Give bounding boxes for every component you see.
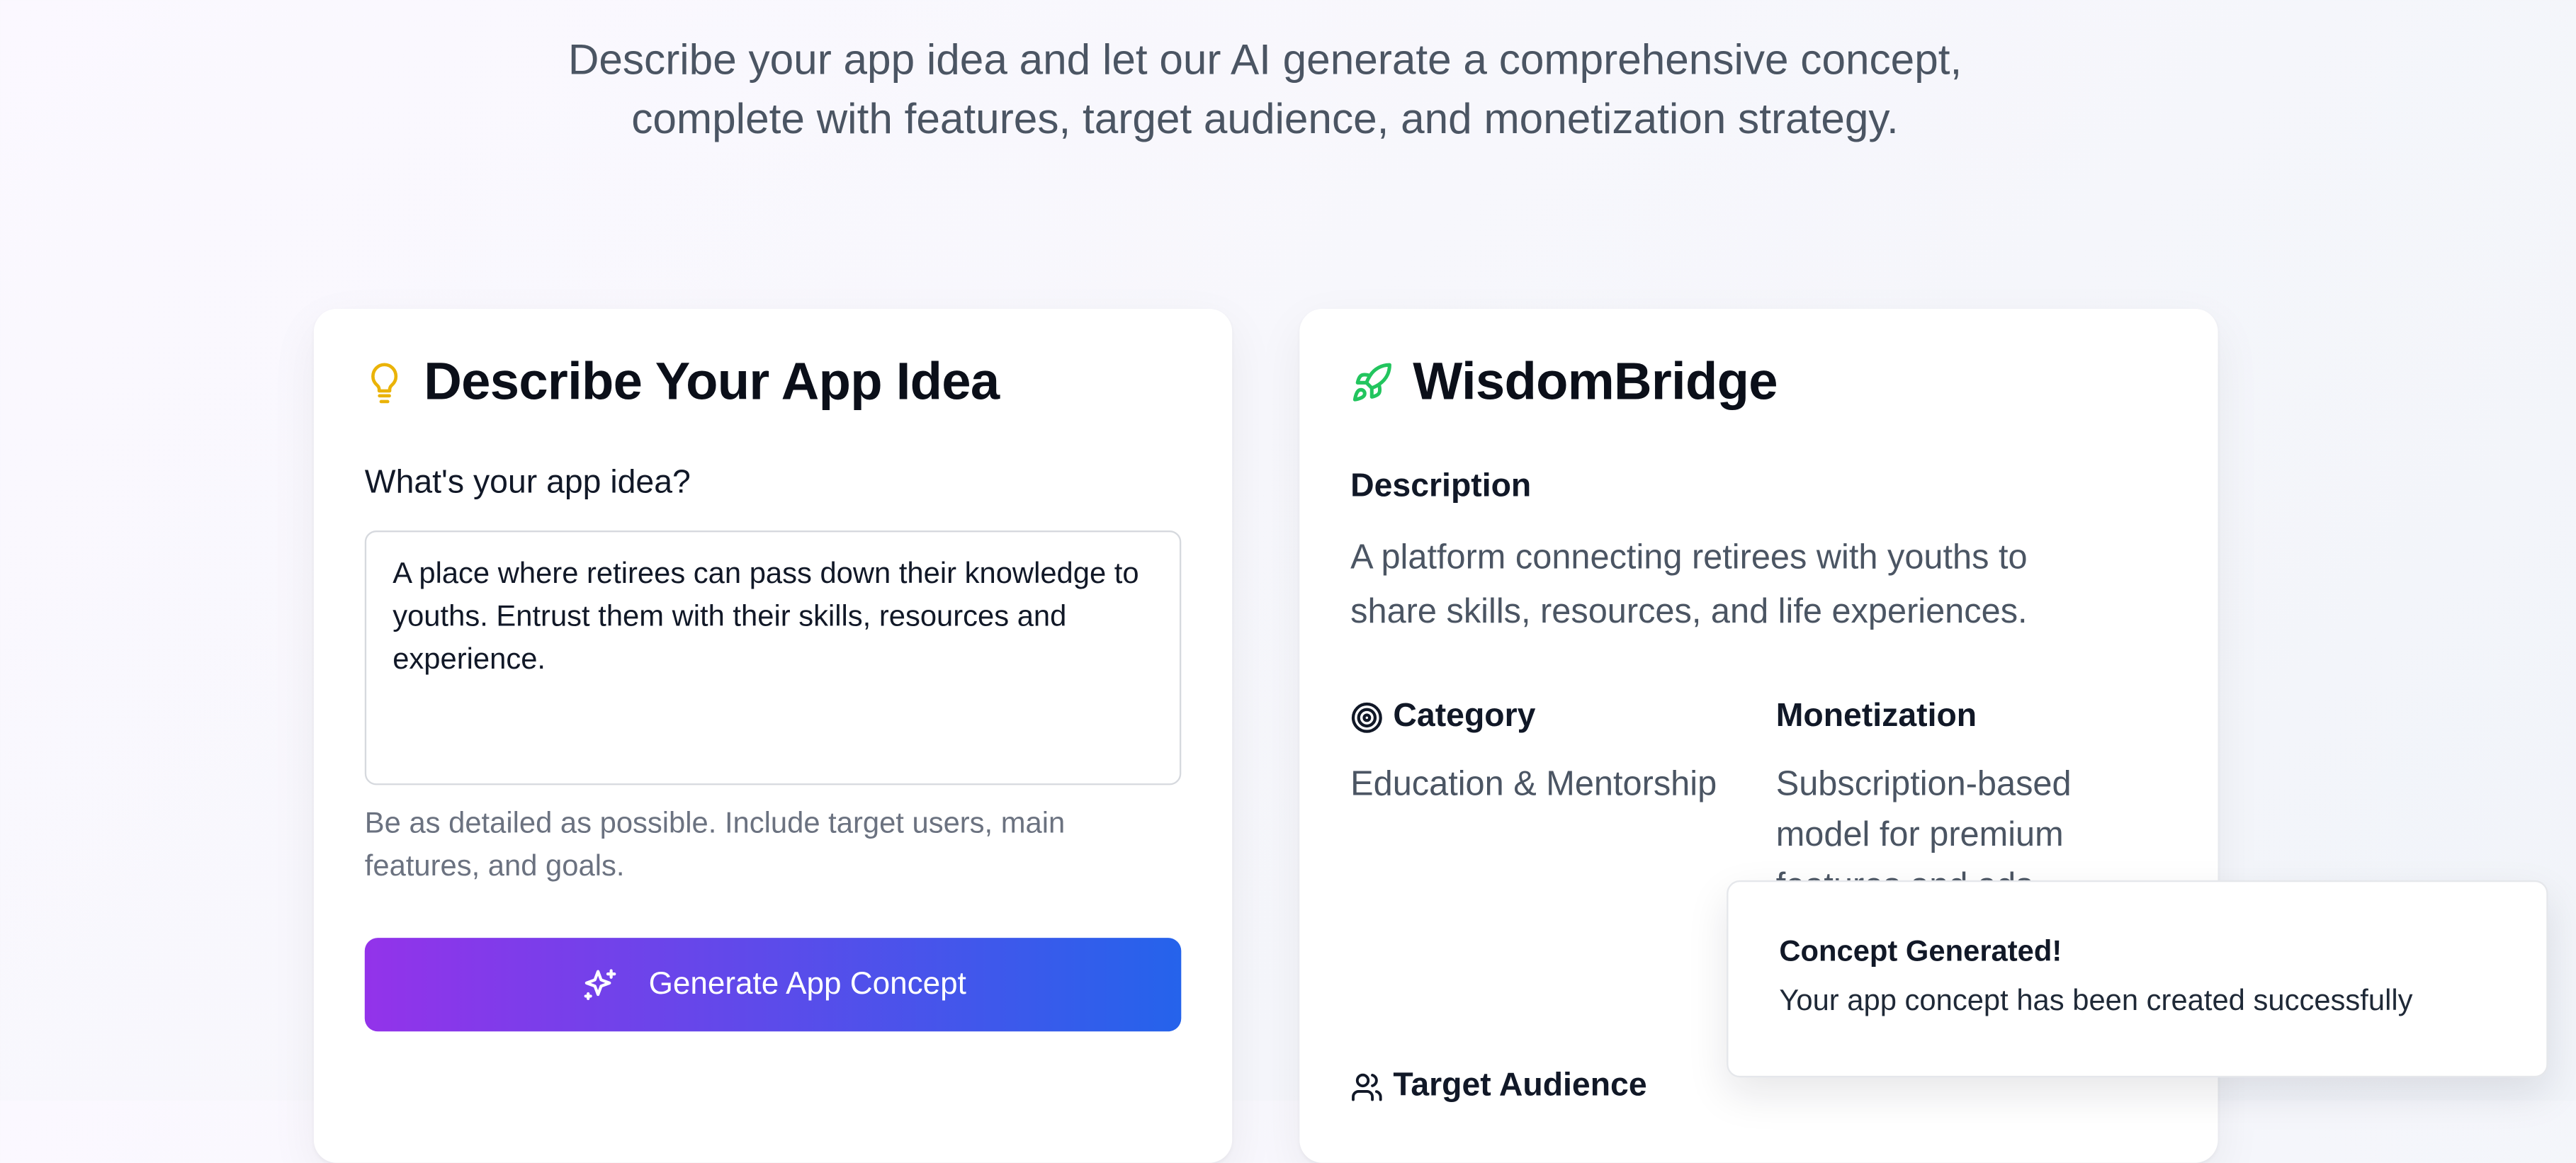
category-heading: Category	[1350, 698, 1535, 736]
category-value: Education & Mentorship	[1350, 765, 1717, 803]
idea-input-card: Describe Your App Idea What's your app i…	[313, 308, 1233, 1163]
lightbulb-icon	[365, 359, 405, 405]
idea-field-label: What's your app idea?	[364, 465, 691, 501]
idea-card-header: Describe Your App Idea	[365, 351, 1000, 412]
generate-app-concept-button[interactable]: Generate App Concept	[364, 938, 1182, 1032]
users-icon	[1350, 1070, 1383, 1103]
target-audience-heading: Target Audience	[1350, 1067, 1647, 1105]
app-stage: Describe your app idea and let our AI ge…	[0, 0, 2576, 1163]
concept-card-header: WisdomBridge	[1350, 351, 1778, 412]
monetization-label: Monetization	[1775, 698, 1977, 734]
description-label: Description	[1350, 467, 1532, 504]
description-text: A platform connecting retirees with yout…	[1350, 538, 2028, 631]
hero-subtitle: Describe your app idea and let our AI ge…	[567, 34, 1962, 143]
toast-message: Your app concept has been created succes…	[1779, 984, 2413, 1017]
target-icon	[1350, 700, 1383, 733]
description-heading: Description	[1350, 468, 1531, 506]
idea-helper-text: Be as detailed as possible. Include targ…	[364, 806, 1066, 883]
sparkles-icon	[580, 965, 619, 1004]
app-idea-textarea[interactable]: A place where retirees can pass down the…	[364, 531, 1182, 785]
concept-generated-toast[interactable]: Concept Generated! Your app concept has …	[1727, 880, 2548, 1078]
generate-button-label: Generate App Concept	[648, 966, 966, 1002]
target-audience-label: Target Audience	[1393, 1067, 1647, 1104]
concept-name-title: WisdomBridge	[1413, 351, 1778, 411]
rocket-icon	[1350, 361, 1393, 403]
idea-card-title: Describe Your App Idea	[424, 351, 1000, 411]
category-label: Category	[1393, 698, 1536, 734]
toast-title: Concept Generated!	[1779, 934, 2062, 968]
monetization-heading: Monetization	[1776, 698, 1977, 736]
